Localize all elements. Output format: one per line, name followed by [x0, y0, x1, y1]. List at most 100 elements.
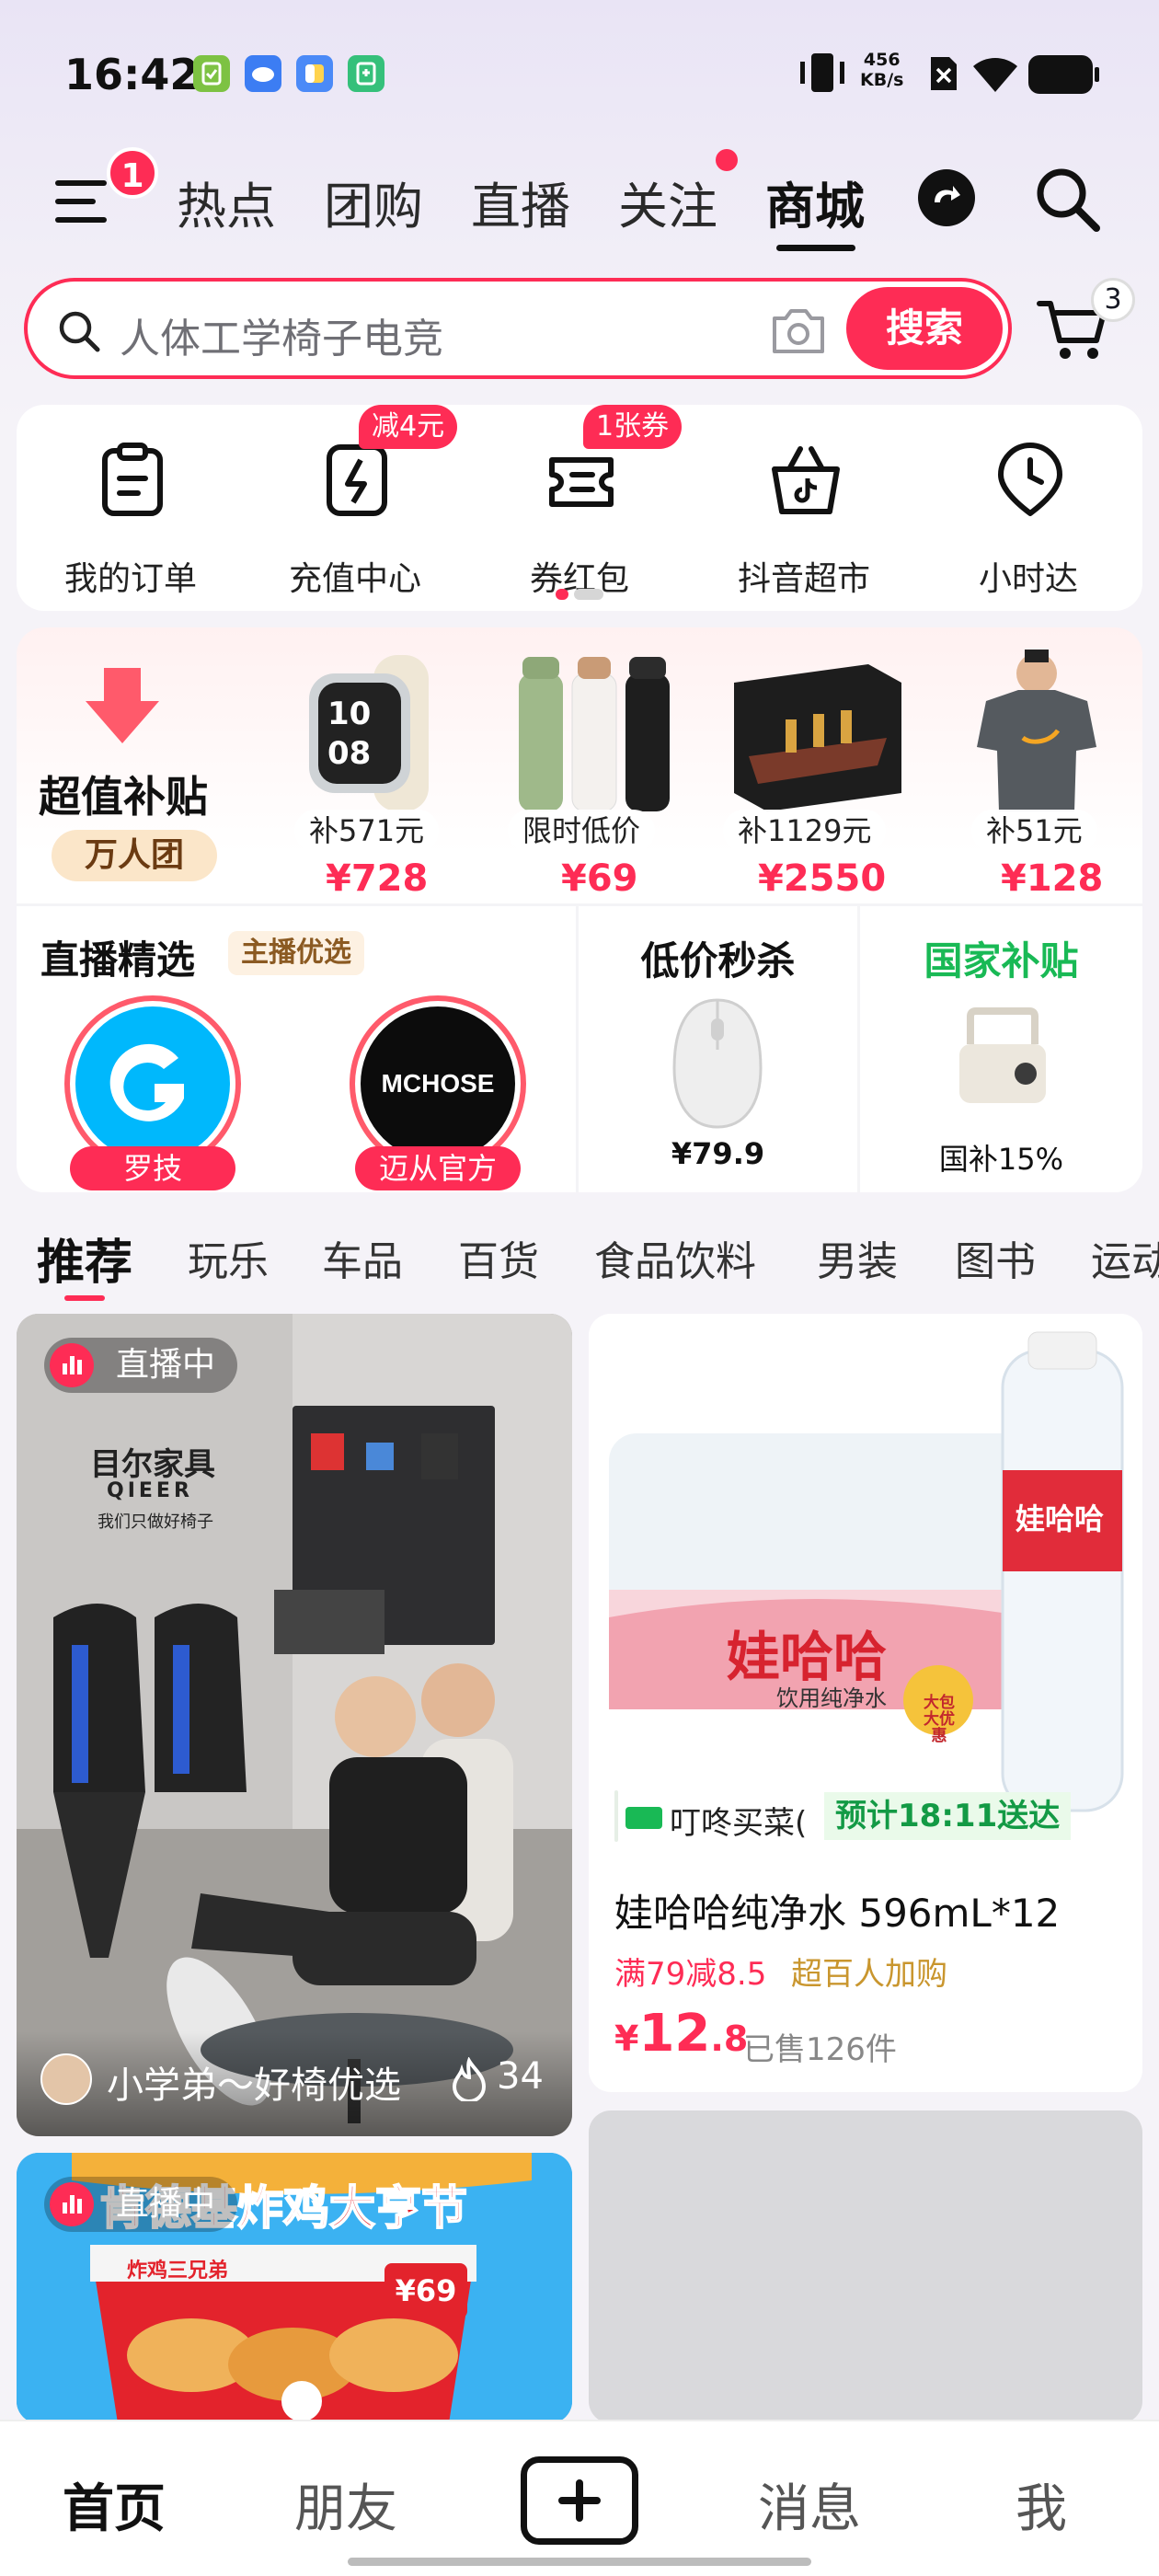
logitech-g-icon — [109, 1043, 184, 1121]
shortcut-label: 小时达 — [978, 560, 1078, 598]
super-subsidy-block[interactable]: 超值补贴 万人团 — [17, 627, 247, 894]
cart-count: 3 — [1091, 278, 1135, 322]
refresh-icon[interactable] — [916, 167, 977, 228]
shortcut-label: 我的订单 — [63, 560, 197, 598]
tab-group-buy[interactable]: 团购 — [324, 166, 423, 238]
create-button[interactable] — [521, 2456, 638, 2545]
shortcut-card: 我的订单 充值中心 减4元 券红包 1张券 抖音超市 小时达 — [17, 405, 1142, 611]
projector-image — [959, 1007, 1046, 1103]
live-icon — [50, 1343, 94, 1387]
follow-dot-badge — [716, 149, 738, 171]
cloud-app-icon — [245, 55, 281, 92]
menu-badge: 1 — [107, 147, 158, 199]
bottom-tab-messages[interactable]: 消息 — [758, 2467, 861, 2542]
product-tag: 补1129元 — [723, 810, 887, 852]
search-input-icon — [59, 311, 100, 352]
anchor-label: 迈从官方 — [355, 1146, 521, 1190]
category-tab-car[interactable]: 车品 — [322, 1228, 403, 1287]
menu-icon[interactable] — [53, 175, 114, 228]
product-card-wahaha[interactable]: 娃哈哈 娃哈哈 饮用纯净水 大包大优惠 叮咚买菜( 预计18:11送达 娃哈哈纯… — [589, 1314, 1142, 2092]
shortcut-label: 抖音超市 — [737, 560, 870, 598]
live-select-tag: 主播优选 — [228, 931, 364, 975]
camera-icon[interactable] — [769, 304, 828, 357]
svg-text:08: 08 — [327, 735, 371, 772]
streamer-name[interactable]: 小学弟～好椅优选 — [107, 2055, 401, 2109]
category-tab-sports-clip: 运动 — [1091, 1224, 1159, 1288]
product-tag: 补571元 — [294, 810, 440, 852]
streamer-avatar[interactable] — [40, 2053, 92, 2105]
network-speed: 456 KB/s — [860, 50, 904, 90]
product-tag: 补51元 — [971, 810, 1097, 852]
kfc-banner-sub: 炸鸡三兄弟 — [127, 2260, 229, 2283]
category-tab-general[interactable]: 百货 — [458, 1228, 539, 1287]
sold-count: 已售126件 — [743, 2031, 897, 2068]
task-app-icon — [193, 55, 230, 92]
subsidy-subtitle: 万人团 — [52, 830, 217, 881]
category-active-indicator — [64, 1295, 105, 1301]
bottom-tab-friends[interactable]: 朋友 — [294, 2467, 397, 2542]
supermarket-icon — [772, 446, 840, 514]
svg-text:10: 10 — [327, 696, 371, 732]
anchor-mchose[interactable]: MCHOSE 迈从官方 — [350, 995, 534, 1190]
national-subsidy-title: 国家补贴 — [924, 938, 1079, 983]
lego-ship-image — [734, 664, 901, 811]
top-navigation: 1 热点 团购 直播 关注 商城 — [0, 147, 1159, 251]
health-app-icon — [348, 55, 384, 92]
mchose-logo: MCHOSE — [361, 1006, 515, 1161]
plus-icon — [558, 2479, 601, 2522]
tab-live[interactable]: 直播 — [471, 166, 570, 238]
wall-text: QIEER — [107, 1479, 193, 1502]
thermos-bottles-image — [519, 657, 670, 812]
wahaha-brand-sub: 饮用纯净水 — [776, 1685, 887, 1711]
wall-text: 目尔家具 — [90, 1446, 215, 1483]
shortcut-label: 充值中心 — [288, 560, 421, 598]
subsidy-product-lego[interactable]: 补1129元 ¥2550 — [712, 646, 924, 900]
search-input[interactable]: 人体工学椅子电竞 — [120, 305, 443, 364]
product-price: ¥2550 — [758, 857, 887, 900]
home-indicator — [348, 2558, 811, 2566]
wall-text: 我们只做好椅子 — [98, 1512, 213, 1532]
coupon-icon — [549, 457, 614, 507]
product-price: ¥69 — [561, 857, 638, 900]
tab-hot[interactable]: 热点 — [177, 166, 276, 238]
flash-sale-block[interactable]: 低价秒杀 ¥79.9 — [579, 906, 857, 1192]
page-dot — [574, 589, 603, 600]
flash-sale-title: 低价秒杀 — [640, 938, 796, 983]
product-price: ¥128 — [1001, 857, 1104, 900]
national-subsidy-block[interactable]: 国家补贴 国补15% — [860, 906, 1142, 1192]
tab-mall[interactable]: 商城 — [765, 166, 865, 238]
recharge-badge: 减4元 — [359, 405, 458, 449]
live-card-chairs[interactable]: 目尔家具 QIEER 我们只做好椅子 直播中 小学弟～好椅优选 34 — [17, 1314, 572, 2136]
live-stream-thumbnail — [17, 1314, 572, 2136]
anchor-logitech[interactable]: 罗技 — [64, 995, 248, 1190]
live-card-kfc[interactable]: 肯德基炸鸡大亨节 炸鸡三兄弟 ¥69 直播中 — [17, 2153, 572, 2423]
down-arrow-icon — [86, 668, 159, 743]
subsidy-product-watch[interactable]: 10 08 补571元 ¥728 — [263, 646, 475, 900]
search-bar[interactable]: 人体工学椅子电竞 搜索 — [24, 278, 1012, 379]
wahaha-water-image: 娃哈哈 — [589, 1314, 1142, 1838]
search-button[interactable]: 搜索 — [846, 287, 1003, 370]
category-tab-books[interactable]: 图书 — [955, 1228, 1036, 1287]
flash-sale-price: ¥79.9 — [671, 1136, 765, 1171]
kfc-banner-price: ¥69 — [384, 2263, 467, 2318]
order-icon — [102, 443, 163, 516]
bottom-tab-bar: 首页 朋友 消息 我 — [0, 2420, 1159, 2576]
tab-follow[interactable]: 关注 — [618, 166, 717, 238]
category-tab-play[interactable]: 玩乐 — [188, 1228, 269, 1287]
flame-icon — [452, 2057, 487, 2101]
subsidy-product-thermos[interactable]: 限时低价 ¥69 — [488, 646, 699, 900]
live-badge: 直播中 — [44, 1338, 238, 1393]
bottom-tab-home[interactable]: 首页 — [63, 2467, 166, 2542]
search-icon[interactable] — [1030, 162, 1104, 236]
live-badge: 直播中 — [44, 2177, 238, 2232]
loading-card-placeholder — [589, 2110, 1142, 2423]
like-count: 34 — [497, 2055, 544, 2098]
anchor-label: 罗技 — [70, 1146, 235, 1190]
subsidy-product-tshirt[interactable]: 补51元 ¥128 — [931, 646, 1142, 900]
category-tab-sports[interactable]: 运动 — [1091, 1228, 1159, 1287]
category-tab-recommend[interactable]: 推荐 — [37, 1224, 132, 1293]
svg-text:娃哈哈: 娃哈哈 — [1016, 1501, 1104, 1536]
category-tab-menswear[interactable]: 男装 — [817, 1228, 898, 1287]
bottom-tab-me[interactable]: 我 — [1016, 2467, 1067, 2542]
category-tab-food[interactable]: 食品饮料 — [594, 1228, 756, 1287]
